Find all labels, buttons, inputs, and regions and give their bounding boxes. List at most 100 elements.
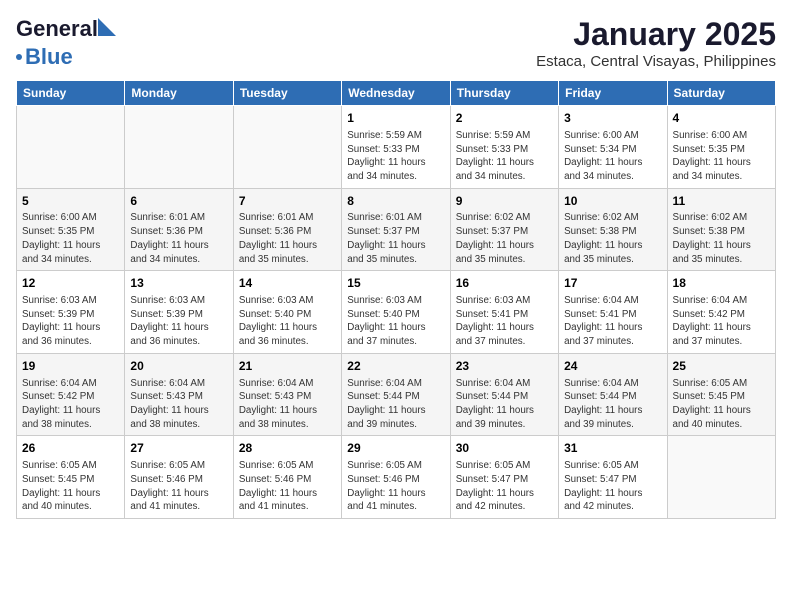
day-number: 2	[456, 110, 553, 127]
day-header-tuesday: Tuesday	[233, 81, 341, 106]
day-info: Sunrise: 6:00 AMSunset: 5:35 PMDaylight:…	[22, 211, 119, 266]
day-info: Sunrise: 6:05 AMSunset: 5:46 PMDaylight:…	[347, 459, 444, 514]
calendar-cell: 5Sunrise: 6:00 AMSunset: 5:35 PMDaylight…	[17, 188, 125, 271]
calendar-cell: 17Sunrise: 6:04 AMSunset: 5:41 PMDayligh…	[559, 271, 667, 354]
calendar-cell: 16 Sunrise: 6:03 AMSunset: 5:41 PMDayligh…	[450, 271, 558, 354]
day-info: Sunrise: 6:05 AMSunset: 5:47 PMDaylight:…	[456, 459, 553, 514]
calendar-cell: 29 Sunrise: 6:05 AMSunset: 5:46 PMDayligh…	[342, 436, 450, 519]
calendar-cell: 3 Sunrise: 6:00 AMSunset: 5:34 PMDaylight…	[559, 106, 667, 189]
day-info: Sunrise: 6:03 AMSunset: 5:39 PMDaylight:…	[130, 294, 227, 349]
day-info: Sunrise: 6:01 AMSunset: 5:36 PMDaylight:…	[130, 211, 227, 266]
day-number: 12	[22, 275, 119, 292]
logo: General Blue	[16, 16, 98, 70]
day-number: 14	[239, 275, 336, 292]
day-number: 20	[130, 358, 227, 375]
day-number: 19	[22, 358, 119, 375]
day-number: 5	[22, 193, 119, 210]
calendar-cell: 2 Sunrise: 5:59 AMSunset: 5:33 PMDaylight…	[450, 106, 558, 189]
calendar-cell: 11Sunrise: 6:02 AMSunset: 5:38 PMDayligh…	[667, 188, 775, 271]
day-info: Sunrise: 6:05 AMSunset: 5:45 PMDaylight:…	[22, 459, 119, 514]
day-number: 18	[673, 275, 770, 292]
calendar-cell: 21 Sunrise: 6:04 AMSunset: 5:43 PMDayligh…	[233, 353, 341, 436]
day-number: 22	[347, 358, 444, 375]
calendar-cell: 9Sunrise: 6:02 AMSunset: 5:37 PMDaylight…	[450, 188, 558, 271]
logo-blue: Blue	[25, 44, 73, 70]
calendar-cell	[667, 436, 775, 519]
page-header: General Blue January 2025 Estaca, Centra…	[16, 16, 776, 70]
day-number: 23	[456, 358, 553, 375]
calendar-cell: 14 Sunrise: 6:03 AMSunset: 5:40 PMDayligh…	[233, 271, 341, 354]
calendar-table: SundayMondayTuesdayWednesdayThursdayFrid…	[16, 80, 776, 519]
logo-general: General	[16, 16, 98, 41]
day-header-thursday: Thursday	[450, 81, 558, 106]
calendar-cell	[17, 106, 125, 189]
day-number: 26	[22, 440, 119, 457]
day-header-friday: Friday	[559, 81, 667, 106]
day-number: 27	[130, 440, 227, 457]
calendar-cell: 22 Sunrise: 6:04 AMSunset: 5:44 PMDayligh…	[342, 353, 450, 436]
day-number: 7	[239, 193, 336, 210]
week-row-1: 1 Sunrise: 5:59 AMSunset: 5:33 PMDaylight…	[17, 106, 776, 189]
calendar-cell: 12Sunrise: 6:03 AMSunset: 5:39 PMDayligh…	[17, 271, 125, 354]
calendar-cell: 13 Sunrise: 6:03 AMSunset: 5:39 PMDayligh…	[125, 271, 233, 354]
day-number: 1	[347, 110, 444, 127]
day-info: Sunrise: 6:03 AMSunset: 5:40 PMDaylight:…	[239, 294, 336, 349]
day-info: Sunrise: 6:05 AMSunset: 5:46 PMDaylight:…	[239, 459, 336, 514]
day-info: Sunrise: 6:04 AMSunset: 5:43 PMDaylight:…	[239, 377, 336, 432]
day-info: Sunrise: 6:03 AMSunset: 5:41 PMDaylight:…	[456, 294, 553, 349]
day-number: 16	[456, 275, 553, 292]
day-number: 3	[564, 110, 661, 127]
day-info: Sunrise: 6:05 AMSunset: 5:45 PMDaylight:…	[673, 377, 770, 432]
day-header-saturday: Saturday	[667, 81, 775, 106]
day-info: Sunrise: 6:02 AMSunset: 5:37 PMDaylight:…	[456, 211, 553, 266]
calendar-cell: 6Sunrise: 6:01 AMSunset: 5:36 PMDaylight…	[125, 188, 233, 271]
day-number: 29	[347, 440, 444, 457]
header-row: SundayMondayTuesdayWednesdayThursdayFrid…	[17, 81, 776, 106]
week-row-4: 19 Sunrise: 6:04 AMSunset: 5:42 PMDayligh…	[17, 353, 776, 436]
day-number: 8	[347, 193, 444, 210]
day-info: Sunrise: 6:04 AMSunset: 5:41 PMDaylight:…	[564, 294, 661, 349]
day-info: Sunrise: 5:59 AMSunset: 5:33 PMDaylight:…	[456, 129, 553, 184]
calendar-cell	[125, 106, 233, 189]
calendar-cell: 8Sunrise: 6:01 AMSunset: 5:37 PMDaylight…	[342, 188, 450, 271]
calendar-cell: 1Sunrise: 5:59 AMSunset: 5:33 PMDaylight…	[342, 106, 450, 189]
day-number: 11	[673, 193, 770, 210]
day-number: 25	[673, 358, 770, 375]
day-number: 10	[564, 193, 661, 210]
day-info: Sunrise: 6:00 AMSunset: 5:34 PMDaylight:…	[564, 129, 661, 184]
week-row-3: 12 Sunrise: 6:03 AMSunset: 5:39 PMDayligh…	[17, 271, 776, 354]
day-number: 28	[239, 440, 336, 457]
calendar-cell: 30 Sunrise: 6:05 AMSunset: 5:47 PMDayligh…	[450, 436, 558, 519]
day-info: Sunrise: 6:04 AMSunset: 5:43 PMDaylight:…	[130, 377, 227, 432]
day-info: Sunrise: 6:03 AMSunset: 5:40 PMDaylight:…	[347, 294, 444, 349]
day-info: Sunrise: 6:04 AMSunset: 5:42 PMDaylight:…	[673, 294, 770, 349]
day-info: Sunrise: 6:02 AMSunset: 5:38 PMDaylight:…	[564, 211, 661, 266]
calendar-cell: 4Sunrise: 6:00 AMSunset: 5:35 PMDaylight…	[667, 106, 775, 189]
calendar-cell	[233, 106, 341, 189]
calendar-cell: 26 Sunrise: 6:05 AMSunset: 5:45 PMDayligh…	[17, 436, 125, 519]
calendar-title: January 2025	[536, 16, 776, 53]
day-number: 31	[564, 440, 661, 457]
day-number: 21	[239, 358, 336, 375]
day-number: 13	[130, 275, 227, 292]
day-info: Sunrise: 6:04 AMSunset: 5:44 PMDaylight:…	[564, 377, 661, 432]
calendar-cell: 7Sunrise: 6:01 AMSunset: 5:36 PMDaylight…	[233, 188, 341, 271]
calendar-cell: 25 Sunrise: 6:05 AMSunset: 5:45 PMDayligh…	[667, 353, 775, 436]
calendar-cell: 23Sunrise: 6:04 AMSunset: 5:44 PMDayligh…	[450, 353, 558, 436]
day-info: Sunrise: 6:04 AMSunset: 5:44 PMDaylight:…	[347, 377, 444, 432]
day-info: Sunrise: 6:02 AMSunset: 5:38 PMDaylight:…	[673, 211, 770, 266]
day-info: Sunrise: 6:01 AMSunset: 5:37 PMDaylight:…	[347, 211, 444, 266]
calendar-cell: 19 Sunrise: 6:04 AMSunset: 5:42 PMDayligh…	[17, 353, 125, 436]
day-header-sunday: Sunday	[17, 81, 125, 106]
day-header-wednesday: Wednesday	[342, 81, 450, 106]
calendar-cell: 10Sunrise: 6:02 AMSunset: 5:38 PMDayligh…	[559, 188, 667, 271]
week-row-5: 26 Sunrise: 6:05 AMSunset: 5:45 PMDayligh…	[17, 436, 776, 519]
day-number: 6	[130, 193, 227, 210]
day-number: 15	[347, 275, 444, 292]
calendar-cell: 18 Sunrise: 6:04 AMSunset: 5:42 PMDayligh…	[667, 271, 775, 354]
day-info: Sunrise: 6:01 AMSunset: 5:36 PMDaylight:…	[239, 211, 336, 266]
day-number: 24	[564, 358, 661, 375]
day-header-monday: Monday	[125, 81, 233, 106]
day-number: 30	[456, 440, 553, 457]
day-info: Sunrise: 6:04 AMSunset: 5:42 PMDaylight:…	[22, 377, 119, 432]
